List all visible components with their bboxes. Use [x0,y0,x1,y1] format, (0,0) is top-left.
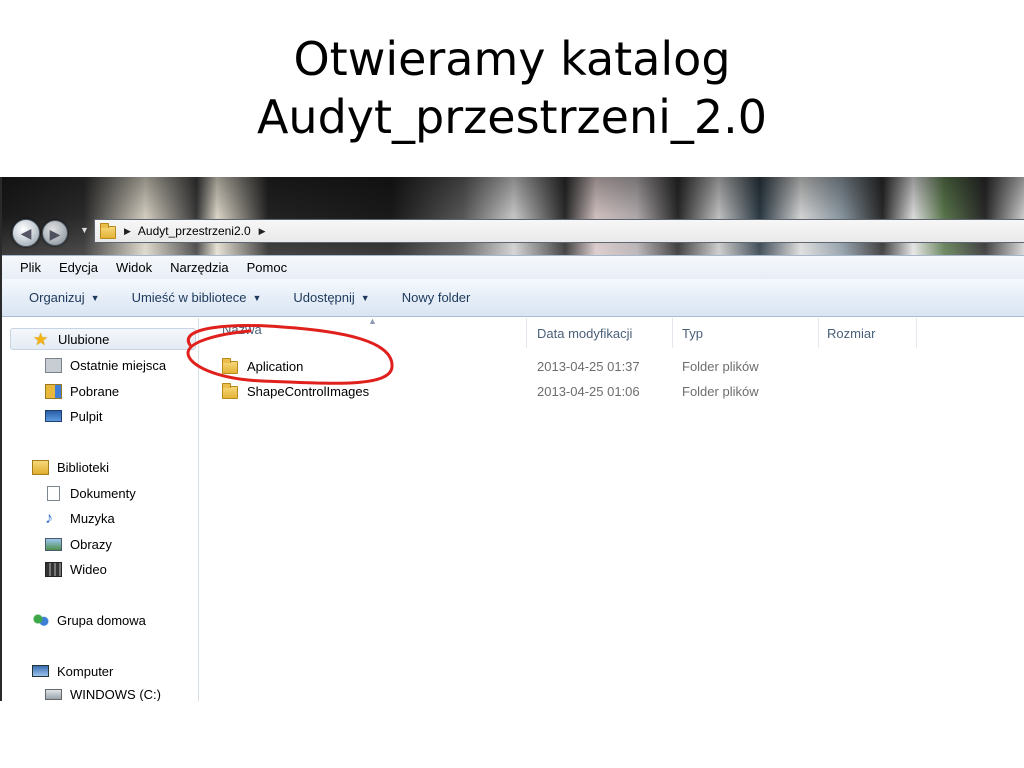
nav-pictures-label: Obrazy [70,536,112,552]
address-bar[interactable]: ▶ Audyt_przestrzeni2.0 ▶ [94,219,1024,243]
nav-computer[interactable]: Komputer [32,660,113,682]
libraries-icon [32,459,49,475]
chevron-down-icon: ▼ [360,292,370,303]
music-note-icon: ♪ [45,509,53,527]
nav-libraries[interactable]: Biblioteki [32,456,109,478]
new-folder-button[interactable]: Nowy folder [386,290,487,305]
nav-libraries-label: Biblioteki [57,459,110,475]
column-divider[interactable] [818,318,819,348]
sort-ascending-icon: ▲ [368,316,377,326]
nav-drive-c[interactable]: WINDOWS (C:) [45,683,161,701]
nav-downloads[interactable]: Pobrane [45,380,119,402]
slide-title-line2: Audyt_przestrzeni_2.0 [256,90,768,144]
forward-arrow-icon[interactable]: ▶ [42,220,68,246]
downloads-icon [45,383,62,399]
file-date: 2013-04-25 01:37 [537,358,640,374]
star-icon: ★ [33,329,49,349]
table-row[interactable]: ShapeControlImages 2013-04-25 01:06 Fold… [200,380,1024,402]
include-in-library-button[interactable]: Umieść w bibliotece ▼ [116,290,278,305]
nav-recent-places[interactable]: Ostatnie miejsca [45,354,166,376]
recent-pages-chevron-down-icon[interactable]: ▼ [80,225,89,235]
column-divider[interactable] [916,318,917,348]
titlebar-shade [2,177,1024,255]
file-name: Aplication [247,358,304,374]
column-header-type[interactable]: Typ [682,318,703,348]
slide-title-line1: Otwieramy katalog [293,32,731,86]
breadcrumb-current-folder[interactable]: Audyt_przestrzeni2.0 [138,224,251,238]
menu-tools[interactable]: Narzędzia [161,260,238,275]
nav-music-label: Muzyka [70,510,115,526]
file-name-cell[interactable]: Aplication [222,355,303,377]
file-type: Folder plików [682,383,759,399]
nav-desktop-label: Pulpit [70,408,103,424]
share-button[interactable]: Udostępnij ▼ [277,290,385,305]
hard-drive-icon [45,688,62,700]
file-date: 2013-04-25 01:06 [537,383,640,399]
column-header-size[interactable]: Rozmiar [827,318,875,348]
folder-icon [222,383,238,399]
chevron-down-icon: ▼ [252,292,262,303]
file-list: ▲ Nazwa Data modyfikacji Typ Rozmiar Apl… [200,316,1024,701]
share-label: Udostępnij [293,290,355,305]
recent-places-icon [45,357,62,373]
back-arrow-icon[interactable]: ◀ [12,219,40,247]
organize-button[interactable]: Organizuj ▼ [2,290,116,305]
breadcrumb-chevron-right-icon[interactable]: ▶ [259,226,266,237]
explorer-window: ◀ ▶ ▼ ▶ Audyt_przestrzeni2.0 ▶ Plik Edyc… [0,177,1024,701]
file-type: Folder plików [682,358,759,374]
navigation-pane: ★ Ulubione Ostatnie miejsca Pobrane Pulp… [2,318,199,701]
nav-recent-places-label: Ostatnie miejsca [70,357,167,373]
menu-help[interactable]: Pomoc [238,260,296,275]
column-divider[interactable] [672,318,673,348]
folder-icon [100,223,116,239]
include-in-library-label: Umieść w bibliotece [131,290,247,305]
nav-music[interactable]: ♪ Muzyka [45,507,115,529]
nav-videos[interactable]: Wideo [45,558,107,580]
menu-bar: Plik Edycja Widok Narzędzia Pomoc [2,255,1024,279]
document-icon [47,485,60,501]
nav-favorites-label: Ulubione [58,331,110,347]
command-bar: Organizuj ▼ Umieść w bibliotece ▼ Udostę… [2,279,1024,317]
nav-homegroup[interactable]: Grupa domowa [32,609,146,631]
organize-label: Organizuj [29,290,85,305]
video-icon [45,561,62,577]
column-header-date[interactable]: Data modyfikacji [537,318,632,348]
nav-drive-c-label: WINDOWS (C:) [70,686,161,702]
computer-icon [32,665,49,677]
nav-homegroup-label: Grupa domowa [57,612,146,628]
file-name-cell[interactable]: ShapeControlImages [222,380,369,402]
breadcrumb-chevron-right-icon[interactable]: ▶ [124,226,131,237]
pictures-icon [45,537,62,551]
file-name: ShapeControlImages [247,383,370,399]
folder-icon [222,358,238,374]
column-divider[interactable] [526,318,527,348]
nav-videos-label: Wideo [70,561,107,577]
menu-edit[interactable]: Edycja [50,260,107,275]
menu-file[interactable]: Plik [2,260,50,275]
nav-favorites[interactable]: ★ Ulubione [10,328,196,350]
table-row[interactable]: Aplication 2013-04-25 01:37 Folder plikó… [200,355,1024,377]
nav-computer-label: Komputer [57,663,114,679]
column-header-name[interactable]: Nazwa [222,314,262,344]
desktop-icon [45,410,62,422]
nav-desktop[interactable]: Pulpit [45,405,103,427]
nav-downloads-label: Pobrane [70,383,120,399]
nav-documents-label: Dokumenty [70,485,136,501]
chevron-down-icon: ▼ [90,292,100,303]
homegroup-icon [32,612,49,628]
nav-pictures[interactable]: Obrazy [45,533,112,555]
slide-title: Otwieramy katalog Audyt_przestrzeni_2.0 [0,30,1024,146]
nav-documents[interactable]: Dokumenty [45,482,136,504]
menu-view[interactable]: Widok [107,260,161,275]
